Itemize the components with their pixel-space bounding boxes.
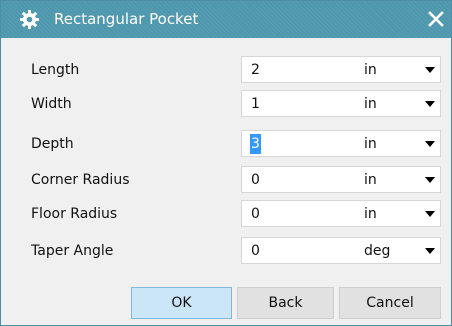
ok-button[interactable]: OK bbox=[131, 287, 232, 319]
floor-radius-label: Floor Radius bbox=[31, 206, 118, 222]
length-unit-value: in bbox=[364, 62, 377, 78]
taper-angle-label: Taper Angle bbox=[31, 243, 114, 259]
taper-angle-unit-select[interactable]: deg bbox=[355, 238, 441, 263]
chevron-down-icon bbox=[425, 141, 435, 147]
cancel-button[interactable]: Cancel bbox=[339, 287, 441, 319]
floor-radius-input[interactable]: 0 bbox=[251, 204, 260, 224]
width-input[interactable]: 1 bbox=[251, 94, 260, 114]
corner-radius-label: Corner Radius bbox=[31, 172, 130, 188]
width-label: Width bbox=[31, 96, 72, 112]
title-bar[interactable]: Rectangular Pocket bbox=[1, 1, 451, 38]
depth-label: Depth bbox=[31, 136, 74, 152]
back-button[interactable]: Back bbox=[237, 287, 334, 319]
depth-field: 3 in bbox=[241, 130, 441, 157]
length-unit-select[interactable]: in bbox=[355, 57, 441, 82]
chevron-down-icon bbox=[425, 211, 435, 217]
floor-radius-unit-value: in bbox=[364, 206, 377, 222]
length-input[interactable]: 2 bbox=[251, 60, 260, 80]
width-unit-value: in bbox=[364, 96, 377, 112]
taper-angle-field: 0 deg bbox=[241, 237, 441, 264]
corner-radius-unit-value: in bbox=[364, 172, 377, 188]
dialog-title: Rectangular Pocket bbox=[54, 10, 199, 28]
rectangular-pocket-dialog: Rectangular Pocket Length 2 in Width 1 i… bbox=[0, 0, 452, 326]
corner-radius-field: 0 in bbox=[241, 166, 441, 193]
depth-input[interactable]: 3 bbox=[250, 134, 261, 154]
gear-icon bbox=[20, 10, 39, 29]
length-field: 2 in bbox=[241, 56, 441, 83]
width-field: 1 in bbox=[241, 90, 441, 117]
close-icon[interactable] bbox=[425, 8, 447, 30]
length-label: Length bbox=[31, 62, 80, 78]
depth-unit-select[interactable]: in bbox=[355, 131, 441, 156]
floor-radius-unit-select[interactable]: in bbox=[355, 201, 441, 226]
corner-radius-input[interactable]: 0 bbox=[251, 170, 260, 190]
floor-radius-field: 0 in bbox=[241, 200, 441, 227]
taper-angle-input[interactable]: 0 bbox=[251, 241, 260, 261]
depth-unit-value: in bbox=[364, 136, 377, 152]
width-unit-select[interactable]: in bbox=[355, 91, 441, 116]
chevron-down-icon bbox=[425, 67, 435, 73]
taper-angle-unit-value: deg bbox=[364, 243, 391, 259]
chevron-down-icon bbox=[425, 177, 435, 183]
chevron-down-icon bbox=[425, 101, 435, 107]
chevron-down-icon bbox=[425, 248, 435, 254]
corner-radius-unit-select[interactable]: in bbox=[355, 167, 441, 192]
